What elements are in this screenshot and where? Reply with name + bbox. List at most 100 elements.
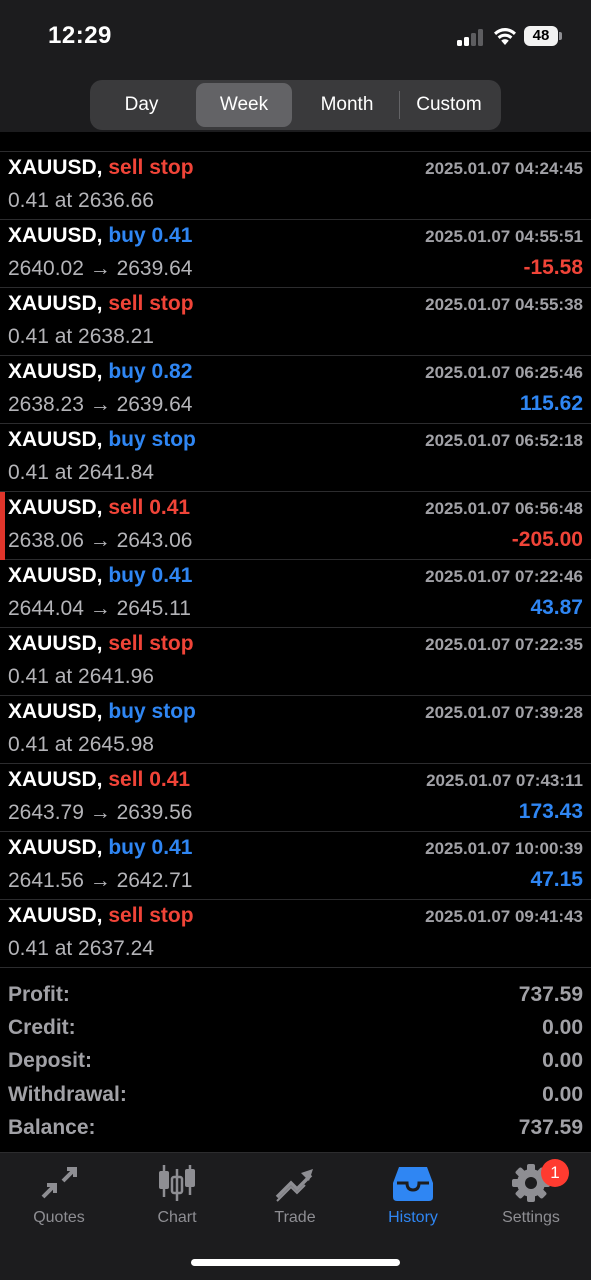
- deal-symbol: XAUUSD,: [8, 428, 103, 451]
- deal-symbol-line: XAUUSD, sell 0.41: [8, 496, 190, 520]
- deal-datetime: 2025.01.07 07:22:35: [425, 635, 583, 654]
- deal-row[interactable]: XAUUSD, buy 0.82 2025.01.07 06:25:46 2638.…: [0, 356, 591, 424]
- summary-value: 737.59: [518, 983, 583, 1006]
- summary-label: Balance:: [8, 1116, 96, 1139]
- deal-row[interactable]: XAUUSD, sell stop 2025.01.07 04:24:45 0.41…: [0, 152, 591, 220]
- tab-label: Chart: [157, 1209, 197, 1226]
- summary-value: 0.00: [542, 1049, 583, 1072]
- summary-label: Withdrawal:: [8, 1083, 127, 1106]
- deal-row[interactable]: XAUUSD, sell 0.41 2025.01.07 06:56:48 2638…: [0, 492, 591, 560]
- deal-action: buy stop: [108, 428, 196, 451]
- deal-datetime: 2025.01.07 09:41:43: [425, 907, 583, 926]
- deal-symbol: XAUUSD,: [8, 632, 103, 655]
- tab-label: History: [388, 1209, 438, 1226]
- tab-label: Settings: [502, 1209, 560, 1226]
- deal-row[interactable]: XAUUSD, sell stop 2025.01.07 07:22:35 0.41…: [0, 628, 591, 696]
- wifi-icon: [494, 28, 516, 45]
- deal-profit: 43.87: [530, 596, 583, 619]
- deal-row[interactable]: XAUUSD, buy stop 2025.01.07 06:52:18 0.41 …: [0, 424, 591, 492]
- deal-symbol-line: XAUUSD, buy 0.41: [8, 564, 192, 588]
- deal-prices: 2644.04 → 2645.11: [8, 597, 191, 620]
- deal-row[interactable]: XAUUSD, sell stop 2025.01.07 09:41:43 0.41…: [0, 900, 591, 968]
- deal-prices: 0.41 at 2637.24: [8, 937, 154, 960]
- summary-credit: Credit: 0.00: [0, 1013, 591, 1046]
- history-summary: Profit: 737.59 Credit: 0.00 Deposit: 0.0…: [0, 980, 591, 1150]
- period-tab-week[interactable]: Week: [196, 83, 292, 127]
- deal-action: sell 0.41: [108, 496, 191, 519]
- summary-profit: Profit: 737.59: [0, 980, 591, 1013]
- deal-row[interactable]: XAUUSD, sell 0.41 2025.01.07 07:43:11 2643…: [0, 764, 591, 832]
- deal-prices: 2640.02 → 2639.64: [8, 257, 193, 280]
- deal-datetime: 2025.01.07 06:25:46: [425, 363, 583, 382]
- deal-symbol-line: XAUUSD, buy 0.41: [8, 224, 192, 248]
- history-deals-list[interactable]: XAUUSD, sell stop 2025.01.07 04:24:45 0.41…: [0, 132, 591, 972]
- chart-icon: [159, 1165, 195, 1201]
- deal-action: buy 0.41: [108, 836, 193, 859]
- deal-symbol-line: XAUUSD, sell stop: [8, 156, 194, 180]
- summary-value: 0.00: [542, 1016, 583, 1039]
- battery-level: 48: [524, 26, 558, 46]
- deal-row-partial[interactable]: [0, 132, 591, 152]
- deal-action: sell stop: [108, 904, 194, 927]
- deal-prices: 2638.06 → 2643.06: [8, 529, 193, 552]
- deal-datetime: 2025.01.07 04:55:38: [425, 295, 583, 314]
- deal-profit: 115.62: [519, 392, 583, 415]
- deal-prices: 2641.56 → 2642.71: [8, 869, 193, 892]
- notification-badge: 1: [541, 1159, 569, 1187]
- deal-action: buy 0.41: [108, 564, 193, 587]
- status-bar: 12:29 48: [0, 0, 591, 76]
- trade-icon: [275, 1169, 313, 1202]
- deal-row[interactable]: XAUUSD, buy 0.41 2025.01.07 04:55:51 2640.…: [0, 220, 591, 288]
- tab-label: Quotes: [33, 1209, 85, 1226]
- deal-symbol: XAUUSD,: [8, 768, 103, 791]
- deal-prices: 2643.79 → 2639.56: [8, 801, 193, 824]
- status-time: 12:29: [48, 22, 112, 49]
- selected-row-marker: [0, 492, 5, 560]
- deal-symbol: XAUUSD,: [8, 496, 103, 519]
- deal-row[interactable]: XAUUSD, buy stop 2025.01.07 07:39:28 0.41 …: [0, 696, 591, 764]
- deal-action: buy 0.41: [108, 224, 193, 247]
- deal-row[interactable]: XAUUSD, buy 0.41 2025.01.07 10:00:39 2641.…: [0, 832, 591, 900]
- deal-symbol-line: XAUUSD, sell stop: [8, 904, 194, 928]
- deal-datetime: 2025.01.07 06:56:48: [425, 499, 583, 518]
- deal-symbol: XAUUSD,: [8, 564, 103, 587]
- cellular-signal-icon: [457, 28, 485, 46]
- deal-datetime: 2025.01.07 10:00:39: [425, 839, 583, 858]
- tab-history[interactable]: History: [354, 1163, 472, 1233]
- deal-datetime: 2025.01.07 06:52:18: [425, 431, 583, 450]
- deal-symbol-line: XAUUSD, buy stop: [8, 700, 196, 724]
- period-tab-day[interactable]: Day: [93, 83, 190, 127]
- tab-settings[interactable]: 1 Settings: [472, 1159, 590, 1233]
- deal-datetime: 2025.01.07 04:55:51: [425, 227, 583, 246]
- deal-action: sell stop: [108, 632, 194, 655]
- deal-action: sell stop: [108, 156, 194, 179]
- summary-label: Deposit:: [8, 1049, 92, 1072]
- deal-row[interactable]: XAUUSD, buy 0.41 2025.01.07 07:22:46 2644.…: [0, 560, 591, 628]
- deal-prices: 0.41 at 2641.96: [8, 665, 154, 688]
- deal-symbol: XAUUSD,: [8, 156, 103, 179]
- tab-trade[interactable]: Trade: [236, 1163, 354, 1233]
- tab-quotes[interactable]: Quotes: [0, 1163, 118, 1233]
- summary-balance: Balance: 737.59: [0, 1113, 591, 1146]
- deal-symbol: XAUUSD,: [8, 904, 103, 927]
- deal-profit: 173.43: [518, 800, 583, 823]
- tab-label: Trade: [274, 1209, 316, 1226]
- summary-value: 737.59: [518, 1116, 583, 1139]
- deal-datetime: 2025.01.07 07:22:46: [425, 567, 583, 586]
- deal-row[interactable]: XAUUSD, sell stop 2025.01.07 04:55:38 0.41…: [0, 288, 591, 356]
- deal-symbol: XAUUSD,: [8, 836, 103, 859]
- deal-prices: 0.41 at 2645.98: [8, 733, 154, 756]
- period-selector-bar: Day Week Month Custom: [0, 76, 591, 132]
- deal-prices: 2638.23 → 2639.64: [8, 393, 193, 416]
- tab-chart[interactable]: Chart: [118, 1163, 236, 1233]
- deal-symbol-line: XAUUSD, buy 0.41: [8, 836, 192, 860]
- summary-label: Credit:: [8, 1016, 76, 1039]
- period-tab-month[interactable]: Month: [296, 83, 398, 127]
- deal-action: sell stop: [108, 292, 194, 315]
- home-indicator[interactable]: [191, 1259, 400, 1266]
- deal-profit: 47.15: [530, 868, 583, 891]
- period-tab-custom[interactable]: Custom: [400, 83, 498, 127]
- summary-deposit: Deposit: 0.00: [0, 1046, 591, 1079]
- deal-symbol: XAUUSD,: [8, 224, 103, 247]
- summary-value: 0.00: [542, 1083, 583, 1106]
